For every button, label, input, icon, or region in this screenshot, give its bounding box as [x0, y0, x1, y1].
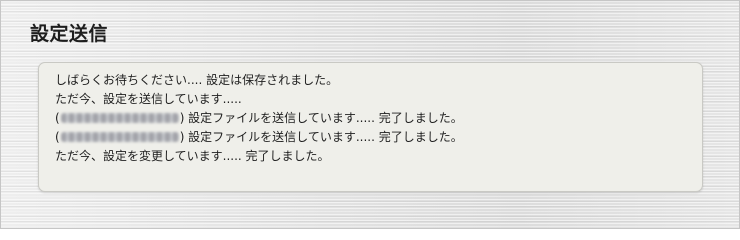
log-line-please-wait: しばらくお待ちください.... 設定は保存されました。	[55, 73, 339, 87]
page-title: 設定送信	[30, 23, 109, 45]
log-line-prefix: (	[55, 111, 60, 125]
log-line-changing-settings: ただ今、設定を変更しています..... 完了しました。	[55, 149, 330, 163]
log-line-file-sent-1: ( ) 設定ファイルを送信しています..... 完了しました。	[55, 109, 686, 128]
redacted-address	[60, 113, 179, 123]
log-line-prefix: (	[55, 130, 60, 144]
log-line-suffix: ) 設定ファイルを送信しています..... 完了しました。	[179, 111, 463, 125]
redacted-address	[60, 132, 179, 142]
log-line-suffix: ) 設定ファイルを送信しています..... 完了しました。	[179, 130, 463, 144]
status-log-panel: しばらくお待ちください.... 設定は保存されました。 ただ今、設定を送信してい…	[38, 62, 703, 192]
log-line-file-sent-2: ( ) 設定ファイルを送信しています..... 完了しました。	[55, 128, 686, 147]
settings-transmission-page: 設定送信 しばらくお待ちください.... 設定は保存されました。 ただ今、設定を…	[0, 0, 740, 229]
log-line-sending-settings: ただ今、設定を送信しています.....	[55, 92, 242, 106]
